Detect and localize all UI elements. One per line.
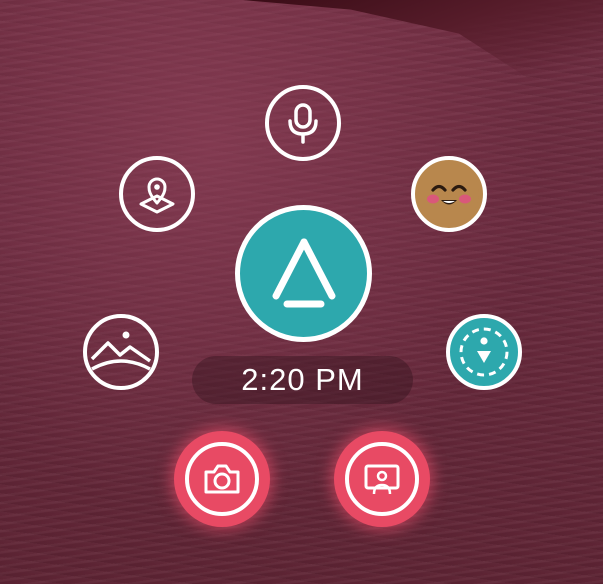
clock-display: 2:20 PM [192,356,413,404]
emoji-face-icon [419,164,479,224]
media-button[interactable] [83,314,159,390]
camera-icon [204,464,240,494]
microphone-icon [288,103,318,144]
screen-share-icon [364,464,400,495]
camera-button[interactable] [174,431,270,527]
landscape-icon [90,331,152,371]
map-pin-icon [139,177,175,214]
share-button[interactable] [334,431,430,527]
share-ring [345,442,419,516]
teleport-button[interactable] [446,314,522,390]
home-triangle-icon [272,238,335,307]
camera-ring [185,442,259,516]
places-button[interactable] [119,156,195,232]
home-button[interactable] [235,205,372,342]
voice-button[interactable] [265,85,341,161]
clock-time: 2:20 PM [241,362,364,397]
teleport-icon [459,327,509,377]
emoji-button[interactable] [411,156,487,232]
